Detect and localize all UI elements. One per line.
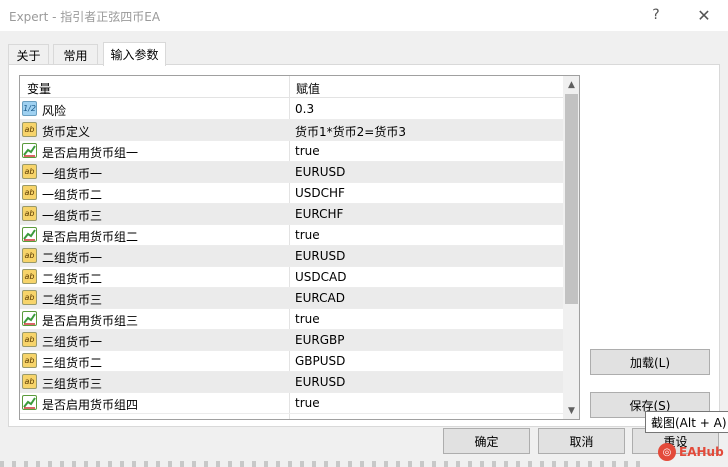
number-icon: 1/2 [22,101,37,116]
string-icon: ab [22,206,37,221]
parameter-name: 一组货币二 [42,188,103,202]
string-icon: ab [22,185,37,200]
table-row[interactable]: ab 三组货币三 EURUSD [20,372,563,393]
parameter-name: 二组货币一 [42,251,103,265]
parameter-value[interactable]: 货币1*货币2=货币3 [295,123,406,140]
table-row[interactable]: ab 二组货币三 EURCAD [20,288,563,309]
tab-common[interactable]: 常用 [53,44,98,65]
bool-icon [22,143,37,158]
string-icon: ab [22,332,37,347]
ok-button[interactable]: 确定 [443,428,530,454]
table-row[interactable]: 是否启用货币组三 true [20,309,563,330]
size-grip [0,459,728,467]
string-icon: ab [22,248,37,263]
parameter-value[interactable]: 0.3 [295,102,314,116]
vertical-scrollbar[interactable]: ▲ ▼ [563,76,579,419]
parameter-name: 三组货币二 [42,356,103,370]
bool-icon [22,227,37,242]
parameter-name: 二组货币二 [42,272,103,286]
load-button[interactable]: 加载(L) [590,349,710,375]
table-row[interactable]: ab 二组货币一 EURUSD [20,246,563,267]
parameter-name: 三组货币三 [42,377,103,391]
parameter-name: 一组货币一 [42,167,103,181]
string-icon: ab [22,269,37,284]
scrollbar-thumb[interactable] [565,94,578,304]
tab-about[interactable]: 关于 [8,44,49,65]
scroll-down-icon[interactable]: ▼ [563,402,579,419]
parameter-name: 货币定义 [42,125,91,139]
table-row[interactable]: 1/2 风险 0.3 [20,99,563,120]
scroll-up-icon[interactable]: ▲ [563,76,579,93]
cancel-button[interactable]: 取消 [538,428,625,454]
help-button[interactable]: ? [641,4,671,26]
string-icon: ab [22,290,37,305]
bool-icon [22,311,37,326]
window-title: Expert - 指引者正弦四币EA [9,10,161,24]
parameter-name: 三组货币一 [42,335,103,349]
table-row[interactable]: ab 三组货币一 EURGBP [20,330,563,351]
table-row[interactable]: ab 三组货币二 GBPUSD [20,351,563,372]
parameter-value[interactable]: USDCHF [295,186,345,200]
parameter-value[interactable]: EURCAD [295,291,345,305]
parameter-value[interactable]: true [295,144,320,158]
parameter-value[interactable]: true [295,228,320,242]
grid-header: 变量 赋值 [20,76,563,98]
table-row[interactable]: 是否启用货币组二 true [20,225,563,246]
tab-inputs[interactable]: 输入参数 [103,42,166,66]
parameter-value[interactable]: GBPUSD [295,354,345,368]
table-row[interactable]: 是否启用货币组一 true [20,141,563,162]
parameter-value[interactable]: USDCAD [295,270,346,284]
table-row[interactable]: ab 一组货币一 EURUSD [20,162,563,183]
parameter-name: 风险 [42,104,67,118]
parameter-rows: 1/2 风险 0.3 ab 货币定义 货币1*货币2=货币3 是否启用货币组一 true ab 一… [20,99,563,414]
parameter-name: 是否启用货币组四 [42,398,139,412]
string-icon: ab [22,122,37,137]
parameter-value[interactable]: EURUSD [295,249,345,263]
bool-icon [22,395,37,410]
parameter-value[interactable]: EURCHF [295,207,343,221]
table-row[interactable]: ab 一组货币二 USDCHF [20,183,563,204]
watermark: ◎ EAHub [658,442,724,462]
parameter-name: 是否启用货币组二 [42,230,139,244]
watermark-text: EAHub [679,445,724,459]
close-button[interactable]: ✕ [689,4,719,26]
column-header-value[interactable]: 赋值 [296,80,320,97]
column-header-variable[interactable]: 变量 [27,80,51,97]
parameter-value[interactable]: EURGBP [295,333,344,347]
parameter-value[interactable]: true [295,396,320,410]
table-row[interactable]: ab 一组货币三 EURCHF [20,204,563,225]
string-icon: ab [22,353,37,368]
parameter-name: 一组货币三 [42,209,103,223]
string-icon: ab [22,164,37,179]
parameter-value[interactable]: EURUSD [295,165,345,179]
screenshot-tooltip: 截图(Alt + A) [645,411,728,433]
parameter-name: 是否启用货币组一 [42,146,139,160]
parameters-grid[interactable]: 变量 赋值 1/2 风险 0.3 ab 货币定义 货币1*货币2=货币3 是否启用货币组一 t… [19,75,580,420]
parameter-value[interactable]: true [295,312,320,326]
parameter-value[interactable]: EURUSD [295,375,345,389]
table-row[interactable]: ab 货币定义 货币1*货币2=货币3 [20,120,563,141]
parameter-name: 是否启用货币组三 [42,314,139,328]
string-icon: ab [22,374,37,389]
table-row[interactable]: 是否启用货币组四 true [20,393,563,414]
title-bar: Expert - 指引者正弦四币EA ? ✕ [0,0,728,31]
parameter-name: 二组货币三 [42,293,103,307]
watermark-logo-icon: ◎ [658,443,676,461]
table-row[interactable]: ab 二组货币二 USDCAD [20,267,563,288]
